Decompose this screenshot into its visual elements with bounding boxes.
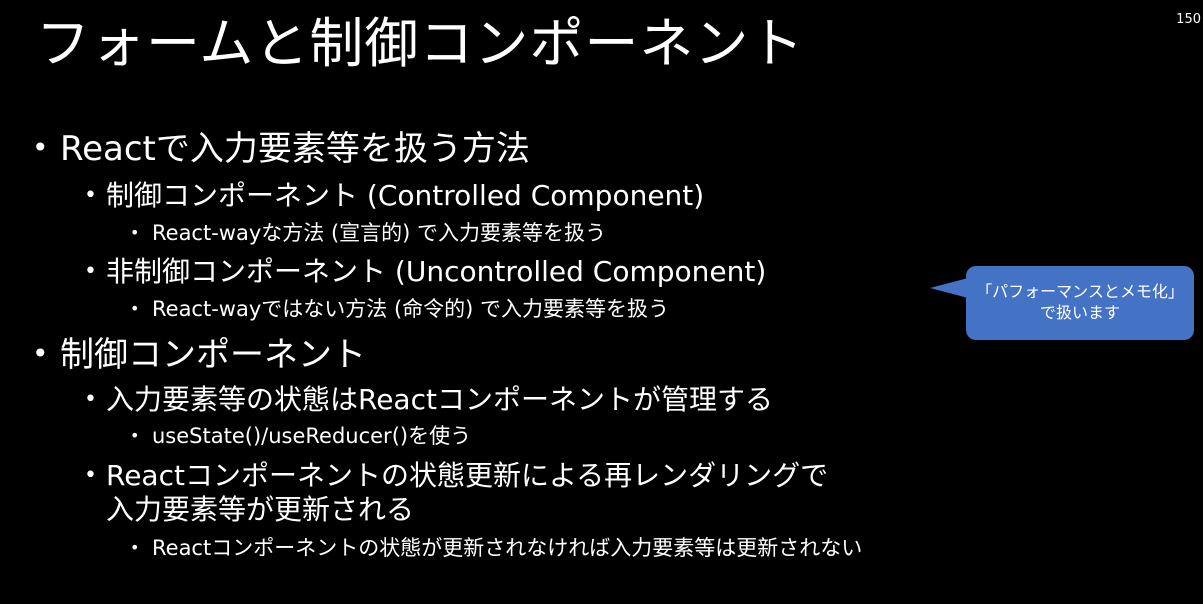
- bullet-text: 非制御コンポーネント (Uncontrolled Component): [106, 255, 767, 288]
- bullet-text: 入力要素等が更新される: [106, 493, 415, 526]
- bullet-level3: • React-wayな方法 (宣言的) で入力要素等を扱う: [130, 221, 607, 245]
- bullet-dot: •: [84, 183, 97, 208]
- bullet-dot: •: [84, 259, 97, 284]
- bullet-level3: • React-wayではない方法 (命令的) で入力要素等を扱う: [130, 297, 670, 321]
- bullet-level1: • 制御コンポーネント: [32, 335, 366, 375]
- bullet-dot: •: [130, 223, 140, 242]
- bullet-text: 制御コンポーネント: [60, 335, 366, 375]
- page-number: 150: [1176, 12, 1201, 27]
- bullet-dot: •: [84, 463, 97, 488]
- bullet-dot: •: [32, 131, 49, 164]
- callout-line-2: で扱います: [1039, 303, 1120, 322]
- slide-title: フォームと制御コンポーネント: [36, 12, 805, 75]
- bullet-level2: • 制御コンポーネント (Controlled Component): [84, 179, 705, 212]
- bullet-level3: • Reactコンポーネントの状態が更新されなければ入力要素等は更新されない: [130, 536, 863, 560]
- bullet-text: useState()/useReducer()を使う: [152, 424, 472, 448]
- bullet-text: 入力要素等の状態はReactコンポーネントが管理する: [106, 383, 773, 416]
- slide: 150 フォームと制御コンポーネント • Reactで入力要素等を扱う方法 • …: [0, 0, 1203, 604]
- callout-line-1: 「パフォーマンスとメモ化」: [976, 282, 1184, 302]
- bullet-continuation: 入力要素等が更新される: [106, 493, 415, 526]
- bullet-dot: •: [84, 387, 97, 412]
- bullet-level3: • useState()/useReducer()を使う: [130, 424, 472, 448]
- bullet-text: Reactコンポーネントの状態更新による再レンダリングで: [106, 459, 829, 492]
- bullet-text: Reactで入力要素等を扱う方法: [60, 129, 530, 169]
- bullet-level1: • Reactで入力要素等を扱う方法: [32, 129, 530, 169]
- bullet-dot: •: [130, 538, 140, 557]
- callout-pointer: [930, 278, 968, 298]
- bullet-text: React-wayな方法 (宣言的) で入力要素等を扱う: [152, 221, 607, 245]
- bullet-text: React-wayではない方法 (命令的) で入力要素等を扱う: [152, 297, 670, 321]
- bullet-level2: • Reactコンポーネントの状態更新による再レンダリングで: [84, 459, 829, 492]
- bullet-text: 制御コンポーネント (Controlled Component): [106, 179, 705, 212]
- bullet-level2: • 入力要素等の状態はReactコンポーネントが管理する: [84, 383, 773, 416]
- bullet-text: Reactコンポーネントの状態が更新されなければ入力要素等は更新されない: [152, 536, 863, 560]
- bullet-dot: •: [32, 337, 49, 370]
- bullet-dot: •: [130, 299, 140, 318]
- callout-note: 「パフォーマンスとメモ化」 で扱います: [966, 266, 1194, 340]
- bullet-level2: • 非制御コンポーネント (Uncontrolled Component): [84, 255, 767, 288]
- bullet-dot: •: [130, 426, 140, 445]
